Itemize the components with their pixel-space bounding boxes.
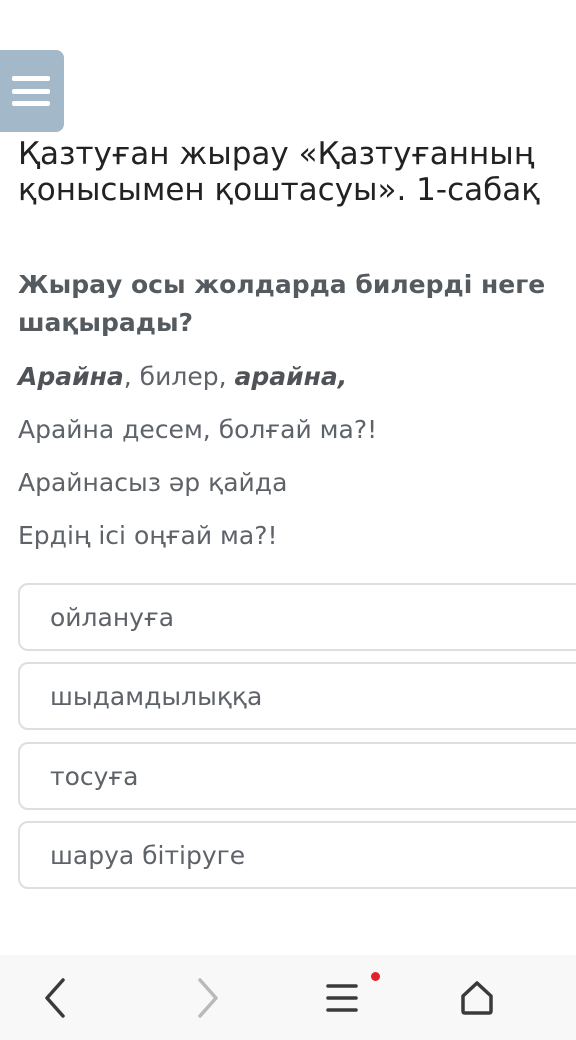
poem-line-4: Ердің ісі оңғай ма?!: [18, 521, 278, 550]
forward-button[interactable]: [167, 955, 247, 1040]
notification-dot: [371, 972, 380, 981]
answer-option-4[interactable]: шаруа бітіруге: [18, 821, 576, 889]
home-button[interactable]: [437, 955, 517, 1040]
poem-line-1-emphasis-b: арайна,: [234, 362, 348, 391]
answer-option-3[interactable]: тосуға: [18, 742, 576, 810]
browser-bottom-nav: [0, 955, 576, 1040]
poem-line-1: Арайна, билер, арайна,: [18, 362, 347, 392]
answer-option-2[interactable]: шыдамдылыққа: [18, 662, 576, 730]
poem-line-1-emphasis-a: Арайна: [18, 362, 124, 391]
page-title-line-2: қонысымен қоштасуы». 1-сабақ: [18, 172, 540, 208]
quiz-page: Қазтуған жырау «Қазтуғанның қонысымен қо…: [0, 0, 576, 1040]
menu-lines-icon: [326, 983, 358, 1012]
chevron-right-icon: [198, 977, 218, 1018]
chevron-left-icon: [45, 977, 65, 1018]
question-prompt: Жырау осы жолдарда билерді неге шақырады…: [18, 270, 546, 337]
back-button[interactable]: [16, 955, 96, 1040]
poem-line-1-middle: , билер,: [123, 362, 235, 391]
home-icon: [461, 980, 493, 1015]
poem-line-2: Арайна десем, болғай ма?!: [18, 415, 378, 444]
page-title-line-1: Қазтуған жырау «Қазтуғанның: [18, 136, 535, 172]
hamburger-menu-icon: [12, 76, 50, 106]
poem-line-3: Арайнасыз әр қайда: [18, 468, 288, 497]
browser-menu-button[interactable]: [302, 955, 382, 1040]
page-title: Қазтуған жырау «Қазтуғанның қонысымен қо…: [18, 136, 576, 208]
menu-button[interactable]: [0, 50, 64, 132]
answer-option-1[interactable]: ойлануға: [18, 583, 576, 651]
